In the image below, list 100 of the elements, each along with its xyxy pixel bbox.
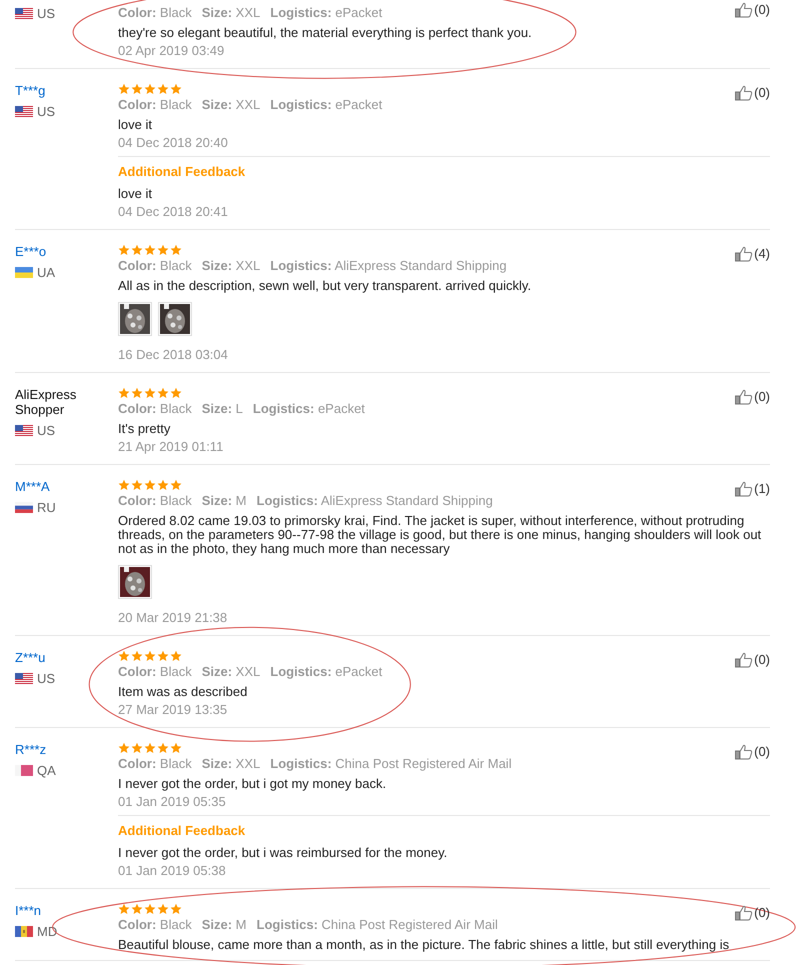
- thumbs-up-icon: [735, 246, 754, 262]
- star-icon: [131, 244, 143, 256]
- review-text: Ordered 8.02 came 19.03 to primorsky krai, Find. The jacket is super, without interference, without protruding threads, on the parameters 90--77-98 the village is good, but there is one minus, hanging shoulders will look out not as in the photo, they hang much more than necessary: [118, 514, 762, 556]
- star-icon: [144, 83, 156, 95]
- review-attribute: Color: Black: [118, 257, 192, 275]
- star-icon: [157, 387, 169, 399]
- helpful-button[interactable]: (1): [735, 479, 770, 498]
- review-text: Item was as described: [118, 685, 248, 699]
- review-text: I never got the order, but i got my money back.: [118, 777, 388, 791]
- flag-icon: [15, 8, 33, 20]
- reviewer-name[interactable]: I***n: [15, 903, 42, 918]
- star-icon: [144, 479, 156, 491]
- reviewer-name[interactable]: R***z: [15, 742, 46, 757]
- country-code: MD: [37, 923, 58, 941]
- star-icon: [131, 479, 143, 491]
- review-attribute: Size: XXL: [202, 4, 260, 22]
- helpful-button[interactable]: (4): [735, 244, 770, 264]
- star-icon: [118, 650, 130, 662]
- review-attribute: Size: L: [202, 400, 243, 418]
- reviewer-name: AliExpress Shopper: [15, 387, 78, 417]
- helpful-button[interactable]: (0): [735, 0, 770, 20]
- flag-icon: [15, 425, 33, 436]
- star-icon: [170, 387, 182, 399]
- review-attribute: Logistics: AliExpress Standard Shipping: [270, 257, 507, 275]
- review-date: 01 Jan 2019 05:35: [118, 793, 226, 811]
- star-icon: [118, 387, 130, 399]
- review-text: Beautiful blouse, came more than a month, as in the picture. The fabric shines a little, but still everything is: [118, 938, 730, 952]
- reviewer-name[interactable]: T***g: [15, 83, 46, 98]
- star-icon: [118, 742, 130, 754]
- country-code: QA: [37, 762, 56, 780]
- review-attribute: Color: Black: [118, 4, 192, 22]
- review-attribute: Logistics: ePacket: [270, 4, 382, 22]
- helpful-button[interactable]: (0): [735, 387, 770, 406]
- helpful-button[interactable]: (0): [735, 650, 770, 670]
- review-text: All as in the description, sewn well, but very transparent. arrived quickly.: [118, 279, 532, 293]
- review-date: 04 Dec 2018 20:40: [118, 134, 228, 152]
- flag-icon: [15, 106, 33, 118]
- review-date: 27 Mar 2019 13:35: [118, 701, 228, 719]
- star-icon: [131, 83, 143, 95]
- review-attribute: Size: XXL: [202, 257, 260, 275]
- thumbs-up-icon: [735, 388, 754, 405]
- star-icon: [170, 244, 182, 256]
- star-icon: [170, 903, 182, 915]
- review-date: 16 Dec 2018 03:04: [118, 346, 228, 364]
- review-attribute: Color: Black: [118, 400, 192, 418]
- country-code: RU: [37, 499, 56, 517]
- additional-feedback-title: Additional Feedback: [118, 163, 246, 181]
- review-text: It's pretty: [118, 422, 172, 436]
- country-code: US: [37, 422, 56, 440]
- star-icon: [131, 742, 143, 754]
- star-icon: [170, 83, 182, 95]
- thumbs-up-icon: [735, 744, 754, 760]
- star-icon: [144, 650, 156, 662]
- star-icon: [157, 244, 169, 256]
- thumbs-up-icon: [735, 652, 754, 668]
- star-icon: [170, 479, 182, 491]
- country-code: US: [37, 103, 56, 121]
- review-attribute: Logistics: China Post Registered Air Mail: [256, 916, 498, 934]
- star-icon: [118, 83, 130, 95]
- review-attribute: Size: XXL: [202, 663, 260, 681]
- star-icon: [144, 387, 156, 399]
- reviewer-name[interactable]: M***A: [15, 479, 50, 494]
- star-icon: [131, 650, 143, 662]
- star-icon: [144, 244, 156, 256]
- review-attribute: Size: M: [202, 916, 247, 934]
- review-attribute: Logistics: China Post Registered Air Mail: [270, 755, 512, 773]
- star-icon: [170, 742, 182, 754]
- review-date: 01 Jan 2019 05:38: [118, 862, 226, 880]
- review-text: they're so elegant beautiful, the material everything is perfect thank you.: [118, 26, 532, 40]
- review-attribute: Logistics: ePacket: [270, 663, 382, 681]
- star-icon: [118, 903, 130, 915]
- country-code: UA: [37, 264, 56, 282]
- review-date: 04 Dec 2018 20:41: [118, 203, 228, 221]
- flag-icon: [15, 267, 33, 278]
- helpful-button[interactable]: (0): [735, 742, 770, 762]
- additional-feedback-title: Additional Feedback: [118, 822, 246, 840]
- flag-icon: [15, 926, 33, 938]
- star-icon: [157, 479, 169, 491]
- star-icon: [157, 742, 169, 754]
- star-icon: [131, 903, 143, 915]
- reviewer-name[interactable]: E***o: [15, 244, 46, 259]
- flag-icon: [15, 765, 33, 776]
- review-text: love it: [118, 118, 153, 132]
- star-icon: [118, 244, 130, 256]
- review-attribute: Size: XXL: [202, 755, 260, 773]
- star-icon: [170, 650, 182, 662]
- country-code: US: [37, 670, 56, 688]
- review-attribute: Color: Black: [118, 96, 192, 114]
- review-attribute: Size: M: [202, 492, 247, 510]
- country-code: US: [37, 5, 56, 23]
- star-icon: [157, 83, 169, 95]
- star-icon: [144, 903, 156, 915]
- helpful-button[interactable]: (0): [735, 83, 770, 102]
- flag-icon: [15, 502, 33, 514]
- star-icon: [118, 479, 130, 491]
- thumbs-up-icon: [735, 480, 754, 497]
- thumbs-up-icon: [735, 904, 754, 921]
- review-attribute: Logistics: AliExpress Standard Shipping: [256, 492, 493, 510]
- reviewer-name[interactable]: Z***u: [15, 650, 46, 665]
- review-attribute: Color: Black: [118, 755, 192, 773]
